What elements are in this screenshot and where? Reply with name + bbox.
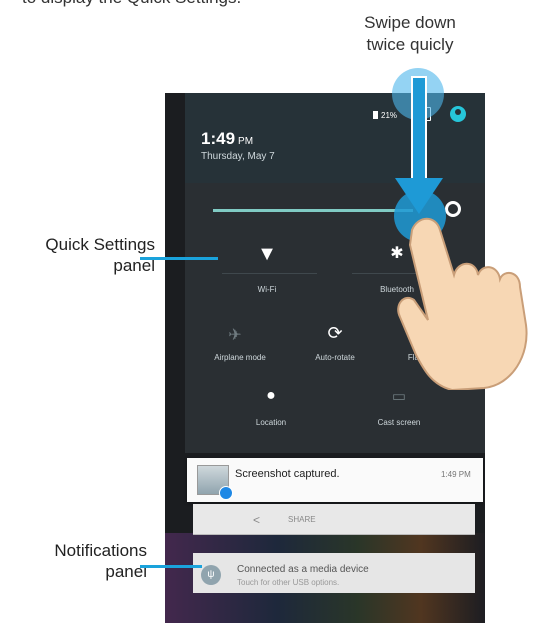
tile-auto-rotate-label[interactable]: Auto-rotate [290, 353, 380, 362]
notifications-callout-line [140, 565, 202, 568]
notifications-callout-label: Notifications panel [10, 540, 147, 582]
usb-icon: ψ [201, 565, 221, 585]
quick-settings-callout-label: Quick Settings panel [10, 234, 155, 276]
hand-pointer-icon [397, 217, 528, 390]
auto-rotate-icon[interactable]: ⟳ [315, 323, 355, 344]
tile-wifi-label[interactable]: Wi-Fi [222, 285, 312, 294]
share-icon: < [253, 513, 261, 527]
user-icon[interactable] [450, 106, 466, 122]
clock-time: 1:49 [201, 129, 236, 148]
usb-notification[interactable]: ψ Connected as a media device Touch for … [193, 553, 475, 593]
battery-icon [373, 111, 378, 119]
location-icon[interactable]: ● [251, 387, 291, 405]
wifi-divider [222, 273, 317, 274]
brightness-slider[interactable] [213, 209, 413, 212]
share-action[interactable]: < SHARE [193, 504, 475, 535]
battery-level: 21% [381, 111, 398, 120]
notification-time: 1:49 PM [441, 470, 471, 479]
date: Thursday, May 7 [201, 151, 275, 162]
quick-settings-callout-line1: Quick Settings [45, 235, 155, 254]
swipe-caption-line1: Swipe down [364, 13, 456, 32]
notifications-callout-line1: Notifications [54, 541, 147, 560]
screenshot-badge-icon [219, 486, 233, 500]
swipe-caption: Swipe down twice quicly [340, 12, 480, 56]
wifi-icon[interactable]: ▼ [247, 243, 287, 266]
clock-ampm: PM [238, 136, 254, 147]
top-caption: to display the Quick Settings. [22, 0, 241, 8]
quick-settings-callout-line [140, 257, 218, 260]
battery-indicator: 21% [373, 111, 397, 120]
tile-location-label[interactable]: Location [226, 418, 316, 427]
swipe-caption-line2: twice quicly [366, 35, 454, 54]
airplane-icon[interactable]: ✈ [215, 325, 255, 345]
swipe-arrow-shaft [411, 76, 427, 190]
tile-cast-label[interactable]: Cast screen [354, 418, 444, 427]
notifications-callout-line2: panel [105, 562, 147, 581]
usb-notification-title: Connected as a media device [237, 564, 369, 575]
clock: 1:49 PM [201, 129, 253, 149]
notification-title: Screenshot captured. [235, 468, 340, 480]
screenshot-notification[interactable]: Screenshot captured. 1:49 PM [187, 458, 483, 502]
quick-settings-callout-line2: panel [113, 256, 155, 275]
tile-airplane-label[interactable]: Airplane mode [195, 353, 285, 362]
usb-notification-subtitle: Touch for other USB options. [237, 578, 340, 587]
share-label: SHARE [288, 515, 316, 524]
